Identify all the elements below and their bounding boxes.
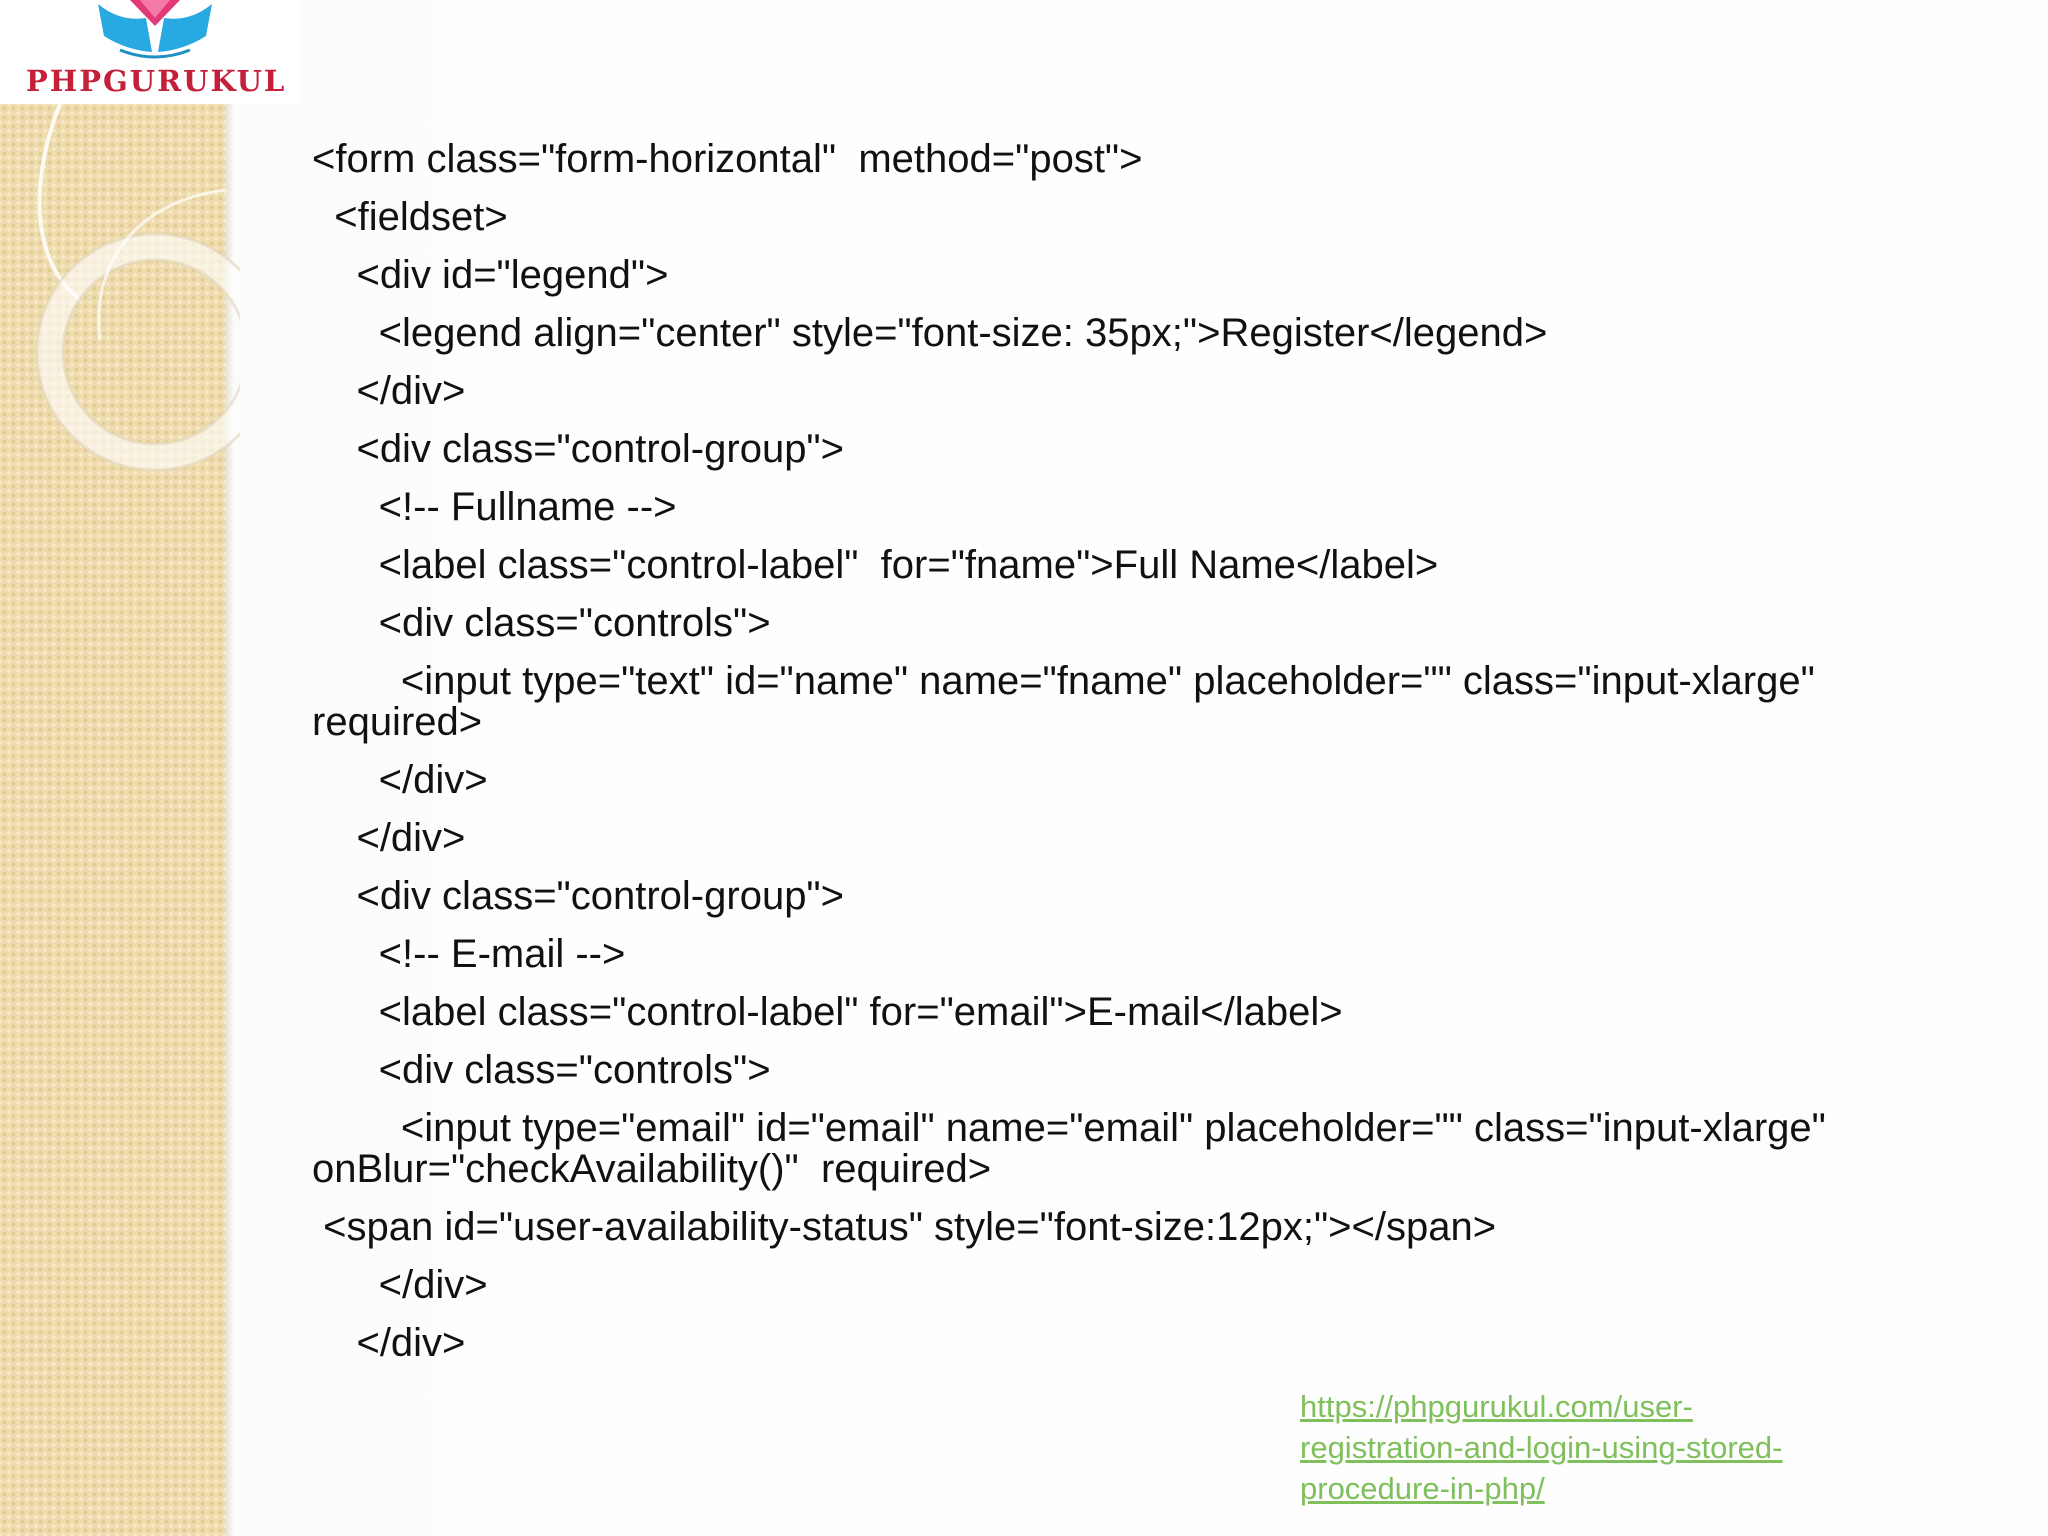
code-line: <!-- E-mail --> — [312, 932, 626, 976]
code-line: </div> — [312, 1321, 466, 1365]
source-link-line[interactable]: procedure-in-php/ — [1300, 1468, 1860, 1509]
code-line: <input type="email" id="email" name="ema… — [312, 1106, 1826, 1150]
code-line: </div> — [312, 816, 466, 860]
code-line: <form class="form-horizontal" method="po… — [312, 137, 1143, 181]
code-line: </div> — [312, 1263, 488, 1307]
code-line: <!-- Fullname --> — [312, 485, 677, 529]
code-line: <label class="control-label" for="email"… — [312, 990, 1343, 1034]
code-line: required> — [312, 700, 483, 744]
code-line: <span id="user-availability-status" styl… — [312, 1205, 1497, 1249]
source-link[interactable]: https://phpgurukul.com/user- registratio… — [1300, 1386, 1860, 1509]
code-line: <label class="control-label" for="fname"… — [312, 543, 1439, 587]
code-line: <div class="control-group"> — [312, 427, 844, 471]
code-line: <div class="controls"> — [312, 601, 771, 645]
code-line: </div> — [312, 369, 466, 413]
code-line: <legend align="center" style="font-size:… — [312, 311, 1548, 355]
phpgurukul-logo: PHPGURUKUL — [0, 0, 300, 104]
code-line: <input type="text" id="name" name="fname… — [312, 659, 1815, 703]
open-book-logo-icon — [98, 0, 212, 59]
code-line: <fieldset> — [312, 195, 508, 239]
code-line: <div class="control-group"> — [312, 874, 844, 918]
code-line: </div> — [312, 758, 488, 802]
code-line: onBlur="checkAvailability()" required> — [312, 1147, 992, 1191]
code-line: <div id="legend"> — [312, 253, 669, 297]
logo-wordmark: PHPGURUKUL — [26, 64, 287, 98]
slide: PHPGURUKUL <form class="form-horizontal"… — [0, 0, 2048, 1536]
source-link-line[interactable]: registration-and-login-using-stored- — [1300, 1427, 1860, 1468]
source-link-line[interactable]: https://phpgurukul.com/user- — [1300, 1386, 1860, 1427]
code-line: <div class="controls"> — [312, 1048, 771, 1092]
